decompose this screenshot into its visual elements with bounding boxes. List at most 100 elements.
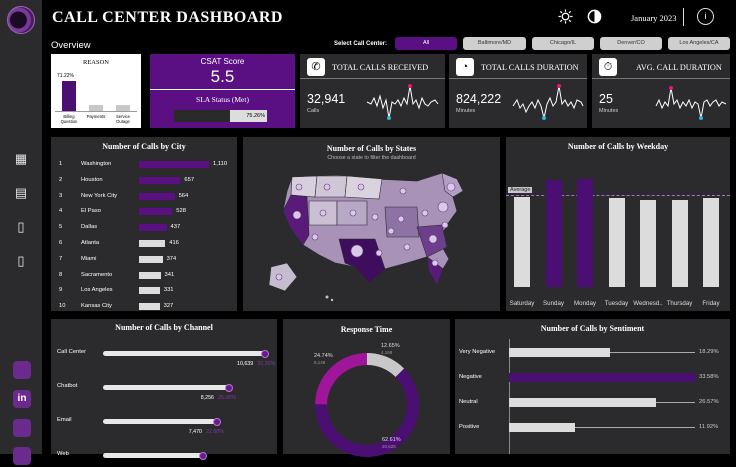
database-icon[interactable] [13, 361, 31, 379]
segment-pct: 24.74% [314, 353, 333, 359]
city-value: 1,110 [213, 161, 228, 167]
city-rank: 2 [59, 176, 63, 183]
channel-pct: 25.06% [217, 395, 236, 401]
donut-segment[interactable] [367, 353, 405, 377]
sentiment-label: Negative [459, 374, 482, 380]
channel-dot[interactable] [261, 349, 269, 358]
filter-baltimore[interactable]: Baltimore/MD [463, 37, 526, 50]
filter-chicago[interactable]: Chicago/IL [532, 37, 594, 50]
city-bar[interactable] [139, 161, 209, 168]
overview-label: Overview [51, 40, 91, 51]
weekday-bar[interactable] [608, 197, 625, 287]
page-title: CALL CENTER DASHBOARD [52, 9, 283, 26]
channel-dot[interactable] [212, 417, 221, 426]
network-icon[interactable] [13, 419, 31, 437]
pdf-icon[interactable]: ▯ [13, 219, 29, 235]
city-rank: 4 [59, 208, 63, 215]
csat-value: 5.5 [210, 67, 235, 86]
csat-title: CSAT Score [200, 57, 245, 66]
channel-card: Number of Calls by Channel Call Center 10… [51, 319, 277, 460]
reason-title: REASON [82, 59, 109, 66]
sentiment-bar[interactable] [509, 373, 695, 382]
city-row[interactable]: 4 El Paso 528 [59, 205, 237, 217]
weekday-label: Sunday [543, 300, 564, 307]
sla-pct: 75.26% [246, 113, 265, 119]
filter-all[interactable]: All [395, 37, 457, 50]
weekday-bar[interactable] [514, 196, 530, 287]
sentiment-pct: 18.29% [699, 349, 719, 355]
city-row[interactable]: 2 Houston 657 [59, 174, 237, 186]
city-value: 331 [163, 287, 174, 294]
city-bar[interactable] [139, 303, 160, 311]
channel-dot[interactable] [199, 451, 208, 460]
sparkline [655, 86, 727, 120]
channel-bar[interactable] [103, 351, 265, 356]
city-bar[interactable] [139, 271, 161, 279]
states-subtitle: Choose a state to filter the dashboard [327, 155, 416, 161]
city-name: Los Angeles [81, 287, 113, 294]
weekday-label: Tuesday [604, 300, 629, 307]
sparkline [512, 84, 584, 120]
sentiment-bar[interactable] [509, 423, 576, 432]
weekday-bar[interactable] [577, 178, 593, 287]
city-bar[interactable] [139, 192, 175, 200]
city-name: Sacramento [81, 271, 113, 278]
city-row[interactable]: 6 Atlanta 416 [59, 237, 237, 249]
city-value: 657 [184, 176, 195, 183]
weekday-label: Wednesd.. [633, 300, 663, 307]
reason-card[interactable]: REASON 71.22% Billing Question Payments … [51, 54, 141, 128]
city-row[interactable]: 10 Kansas City 327 [59, 300, 237, 312]
select-call-center-label: Select Call Center: [334, 41, 388, 47]
city-rank: 9 [59, 287, 63, 294]
city-bar[interactable] [139, 208, 173, 216]
city-row[interactable]: 8 Sacramento 341 [59, 269, 237, 281]
city-bar[interactable] [139, 176, 181, 184]
city-name: Miami [81, 255, 97, 262]
city-row[interactable]: 1 Washington 1,110 [59, 158, 237, 170]
ppt-icon[interactable]: ▯ [13, 253, 29, 269]
logo-icon [7, 6, 35, 34]
csat-card: CSAT Score 5.5 SLA Status (Met) 75.26% [150, 54, 295, 128]
channel-bar[interactable] [103, 385, 229, 390]
filter-denver[interactable]: Denver/CO [600, 37, 662, 50]
sentiment-pct: 11.92% [699, 424, 719, 430]
channel-bar[interactable] [103, 419, 217, 424]
response-card: Response Time 12.65% 4,168 24.74% 8,148 … [283, 319, 450, 457]
channel-label: Email [57, 417, 72, 423]
linkedin-icon[interactable]: in [13, 390, 31, 408]
channel-dot[interactable] [224, 383, 233, 392]
city-bar[interactable] [139, 287, 160, 295]
city-title: Number of Calls by City [102, 142, 186, 151]
person-icon[interactable] [13, 447, 31, 465]
sentiment-title: Number of Calls by Sentiment [540, 324, 645, 333]
sentiment-bar[interactable] [509, 348, 611, 357]
kpi-total-calls: ✆ TOTAL CALLS RECEIVED 32,941 Calls [300, 54, 445, 128]
reason-label-payments: Payments [86, 114, 106, 119]
city-row[interactable]: 3 New York City 564 [59, 190, 237, 202]
sentiment-bar[interactable] [509, 398, 657, 407]
reason-bar-billing[interactable] [62, 81, 76, 111]
city-row[interactable]: 7 Miami 374 [59, 253, 237, 265]
alaska-shape[interactable] [268, 262, 298, 292]
city-bar[interactable] [139, 240, 166, 247]
city-bar[interactable] [139, 255, 163, 263]
filter-los-angeles[interactable]: Los Angeles/CA [668, 37, 730, 50]
us-map[interactable] [257, 167, 487, 307]
table-icon[interactable]: ▤ [13, 185, 29, 201]
sentiment-label: Positive [459, 424, 480, 430]
average-label: Average [508, 186, 533, 193]
brightness-icon[interactable] [558, 9, 573, 24]
dashboard-icon[interactable]: ▦ [13, 151, 29, 167]
city-row[interactable]: 5 Dallas 437 [59, 221, 237, 233]
info-icon[interactable]: i [697, 8, 714, 25]
weekday-bar[interactable] [545, 179, 562, 287]
city-row[interactable]: 9 Los Angeles 331 [59, 284, 237, 296]
city-bar[interactable] [139, 224, 167, 232]
weekday-bar[interactable] [671, 199, 688, 287]
weekday-bar[interactable] [703, 197, 719, 287]
channel-pct: 22.68% [205, 429, 224, 435]
sla-title: SLA Status (Met) [196, 95, 249, 104]
channel-count: 10,639 [237, 361, 254, 367]
contrast-icon[interactable] [587, 9, 602, 24]
weekday-bar[interactable] [640, 199, 656, 287]
